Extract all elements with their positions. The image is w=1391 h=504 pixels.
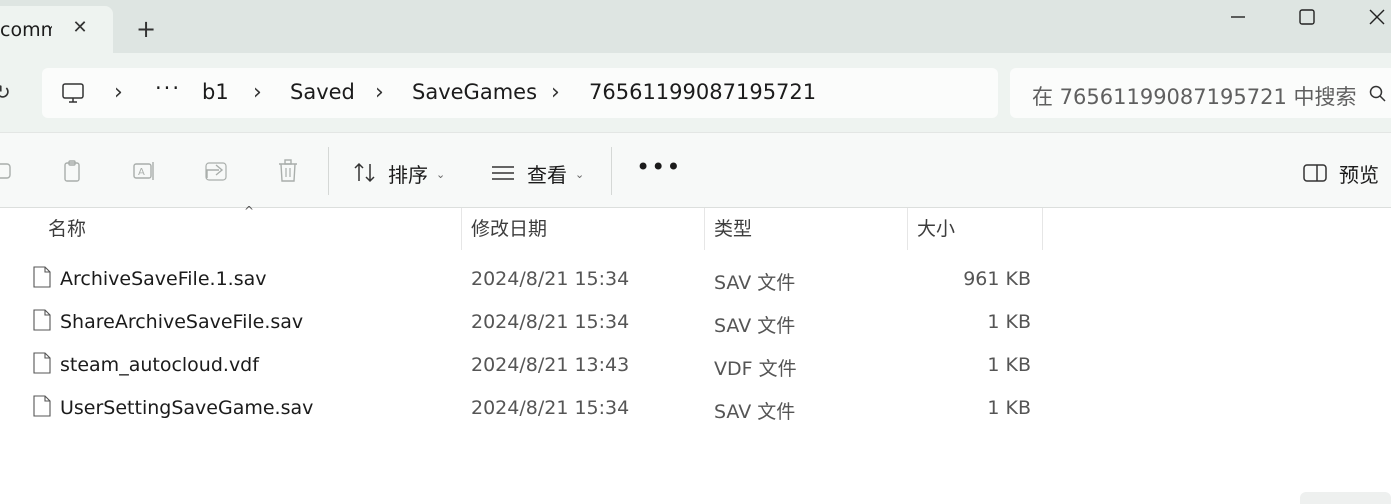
file-name: ArchiveSaveFile.1.sav [60,268,267,290]
file-type: SAV 文件 [714,401,796,423]
close-window-icon[interactable] [1364,4,1390,30]
breadcrumb-b1[interactable]: b1 [202,80,229,104]
sort-icon[interactable] [352,160,378,186]
file-type: SAV 文件 [714,272,796,294]
search-placeholder: 在 76561199087195721 中搜索 [1032,85,1357,109]
breadcrumb-chevron-icon[interactable]: › [253,80,262,105]
breadcrumb-current[interactable]: 76561199087195721 [589,80,816,104]
sort-button[interactable]: 排序 ⌄ [388,159,445,188]
search-input[interactable]: 在 76561199087195721 中搜索 [1010,68,1391,118]
file-name: steam_autocloud.vdf [60,354,259,376]
breadcrumb-overflow-icon[interactable]: ··· [155,76,181,100]
more-options-icon[interactable]: ••• [636,153,681,181]
tab-active[interactable]: comm ✕ [0,6,113,53]
column-header-name[interactable]: 名称 [39,218,460,258]
sort-ascending-icon: ^ [244,204,255,218]
file-date: 2024/8/21 15:34 [471,397,630,419]
refresh-icon[interactable]: ↻ [0,80,11,104]
breadcrumb-chevron-icon[interactable]: › [375,80,384,105]
file-name: ShareArchiveSaveFile.sav [60,311,304,333]
file-icon [33,352,51,374]
chevron-down-icon: ⌄ [436,168,446,181]
file-icon [33,395,51,417]
cut-icon[interactable] [0,158,16,184]
maximize-icon[interactable] [1294,4,1320,30]
address-row: ↻ › ··· b1 › Saved › SaveGames › 7656119… [0,53,1391,132]
file-icon [33,309,51,331]
file-row[interactable]: UserSettingSaveGame.sav 2024/8/21 15:34 … [0,387,1391,430]
copy-icon[interactable] [59,158,85,184]
file-size: 1 KB [987,311,1031,333]
column-header-date[interactable]: 修改日期 [462,218,704,258]
toolbar-divider [611,147,612,195]
file-date: 2024/8/21 15:34 [471,268,630,290]
column-divider[interactable] [1042,208,1043,250]
view-button[interactable]: 查看 ⌄ [527,159,584,188]
breadcrumb-saved[interactable]: Saved [290,80,355,104]
breadcrumb-chevron-icon[interactable]: › [114,80,123,105]
breadcrumb-savegames[interactable]: SaveGames [412,80,537,104]
rename-icon[interactable]: A [131,158,157,184]
status-bar-edge [1300,492,1391,504]
svg-text:A: A [138,167,145,178]
file-list: ^ 名称 修改日期 类型 大小 ArchiveSaveFile.1.sav 20… [0,204,1391,504]
computer-icon[interactable] [60,80,86,106]
command-bar: A 排序 ⌄ 查看 ⌄ ••• 预览 [0,132,1391,208]
file-size: 1 KB [987,397,1031,419]
file-type: VDF 文件 [714,358,797,380]
breadcrumb-chevron-icon[interactable]: › [551,80,560,105]
view-label: 查看 [527,163,567,187]
preview-button[interactable]: 预览 [1339,159,1379,188]
chevron-down-icon: ⌄ [575,168,585,181]
file-type: SAV 文件 [714,315,796,337]
new-tab-icon[interactable]: + [134,17,158,41]
minimize-icon[interactable] [1225,4,1251,30]
title-bar: comm ✕ + [0,0,1391,53]
delete-icon[interactable] [275,158,301,184]
file-row[interactable]: ArchiveSaveFile.1.sav 2024/8/21 15:34 SA… [0,258,1391,301]
address-bar[interactable]: › ··· b1 › Saved › SaveGames › 765611990… [42,68,998,118]
view-icon[interactable] [490,160,516,186]
search-icon[interactable] [1368,84,1388,104]
file-row[interactable]: ShareArchiveSaveFile.sav 2024/8/21 15:34… [0,301,1391,344]
file-row[interactable]: steam_autocloud.vdf 2024/8/21 13:43 VDF … [0,344,1391,387]
toolbar-divider [328,147,329,195]
tab-close-icon[interactable]: ✕ [70,18,90,38]
file-date: 2024/8/21 15:34 [471,311,630,333]
preview-pane-icon[interactable] [1302,160,1328,186]
file-date: 2024/8/21 13:43 [471,354,630,376]
file-size: 1 KB [987,354,1031,376]
file-name: UserSettingSaveGame.sav [60,397,314,419]
column-header-type[interactable]: 类型 [705,218,907,258]
column-header-size[interactable]: 大小 [908,218,1042,258]
tab-title: comm [0,19,52,41]
share-icon[interactable] [203,158,229,184]
sort-label: 排序 [388,163,428,187]
file-icon [33,266,51,288]
file-size: 961 KB [963,268,1031,290]
